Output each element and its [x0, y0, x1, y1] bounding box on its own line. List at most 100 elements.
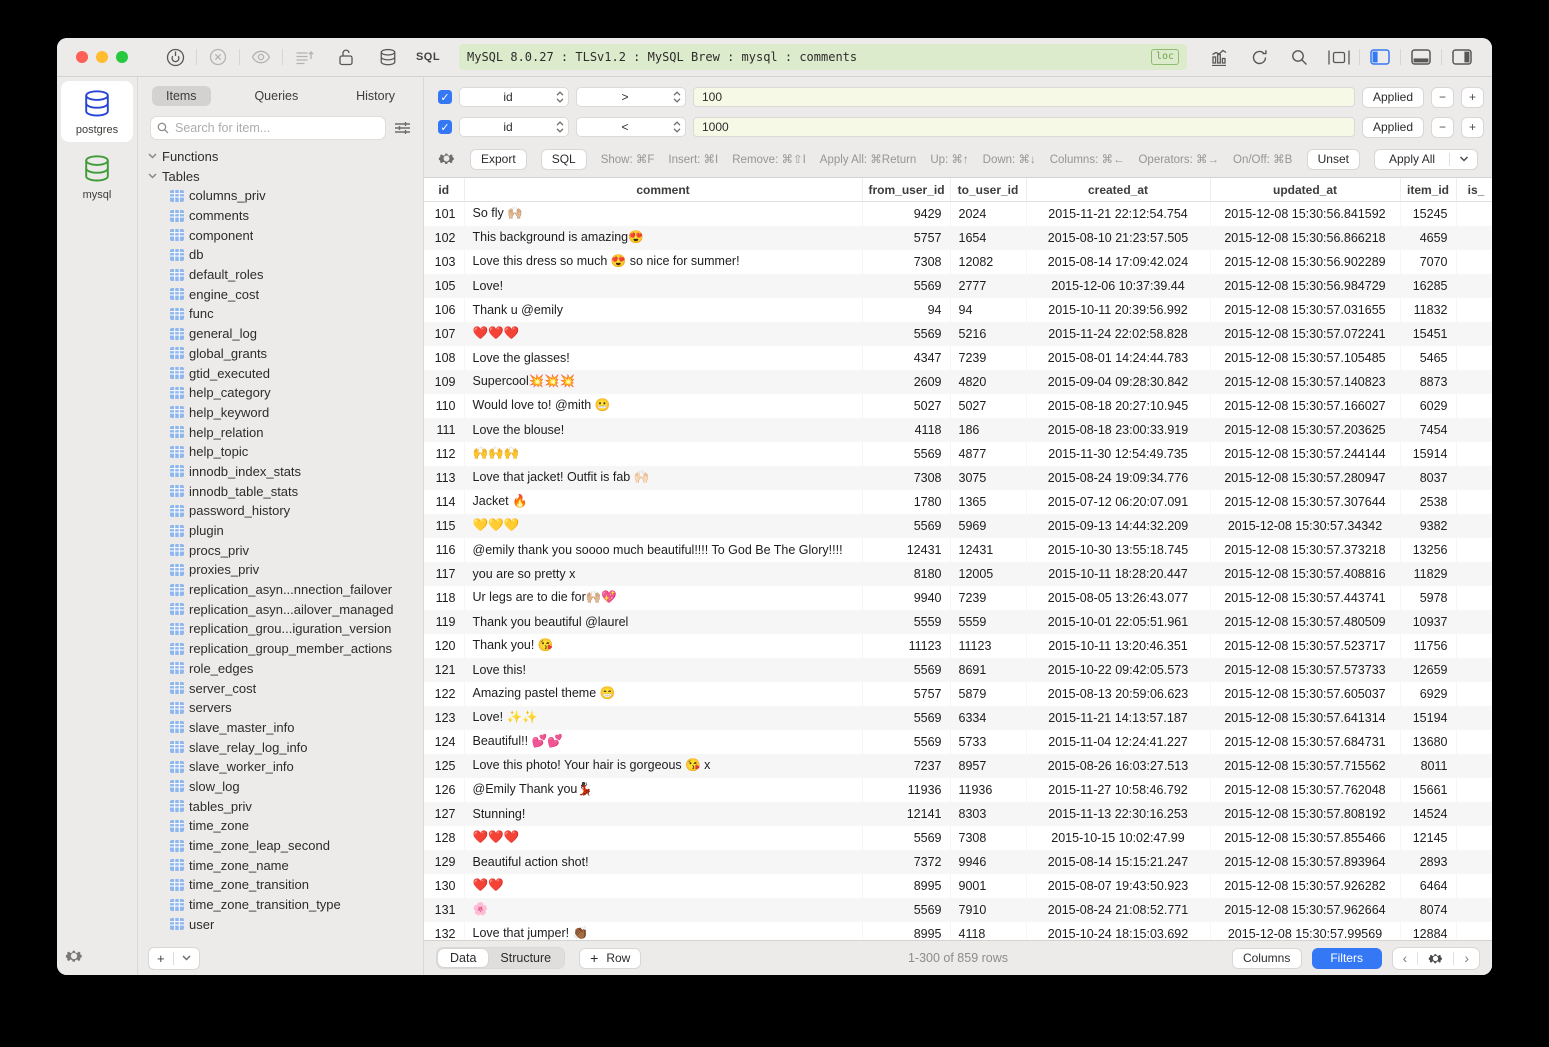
cell-id[interactable]: 109 — [424, 370, 464, 394]
settings-gear-icon[interactable] — [65, 947, 85, 967]
cell-is_[interactable] — [1456, 682, 1492, 706]
search-input[interactable] — [173, 120, 379, 136]
cell-is_[interactable] — [1456, 706, 1492, 730]
table-row[interactable]: 124Beautiful!! 💕💕556957332015-11-04 12:2… — [424, 730, 1492, 754]
table-row[interactable]: 106Thank u @emily94942015-10-11 20:39:56… — [424, 298, 1492, 322]
cell-id[interactable]: 127 — [424, 802, 464, 826]
cell-comment[interactable]: @emily thank you soooo much beautiful!!!… — [464, 538, 862, 562]
cell-from_user_id[interactable]: 12141 — [862, 802, 950, 826]
sidebar-table-item[interactable]: replication_asyn...ailover_managed — [138, 599, 423, 619]
cell-item_id[interactable]: 12884 — [1400, 922, 1456, 941]
cell-created_at[interactable]: 2015-11-21 14:13:57.187 — [1026, 706, 1210, 730]
cell-updated_at[interactable]: 2015-12-08 15:30:56.984729 — [1210, 274, 1400, 298]
sidebar-table-item[interactable]: time_zone — [138, 816, 423, 836]
sidebar-table-item[interactable]: slave_master_info — [138, 718, 423, 738]
cell-item_id[interactable]: 15194 — [1400, 706, 1456, 730]
sql-button[interactable]: SQL — [541, 149, 587, 170]
cell-is_[interactable] — [1456, 754, 1492, 778]
cell-comment[interactable]: Thank you beautiful @laurel — [464, 610, 862, 634]
cell-comment[interactable]: Love this dress so much 😍 so nice for su… — [464, 250, 862, 274]
sidebar-table-item[interactable]: replication_group_member_actions — [138, 639, 423, 659]
cell-comment[interactable]: Love this photo! Your hair is gorgeous 😘… — [464, 754, 862, 778]
sidebar-table-item[interactable]: columns_priv — [138, 186, 423, 206]
cell-from_user_id[interactable]: 5569 — [862, 706, 950, 730]
column-header-updated_at[interactable]: updated_at — [1210, 178, 1400, 202]
cell-created_at[interactable]: 2015-08-26 16:03:27.513 — [1026, 754, 1210, 778]
cell-is_[interactable] — [1456, 802, 1492, 826]
table-row[interactable]: 129Beautiful action shot!737299462015-08… — [424, 850, 1492, 874]
table-row[interactable]: 107❤️❤️❤️556952162015-11-24 22:02:58.828… — [424, 322, 1492, 346]
cell-item_id[interactable]: 15661 — [1400, 778, 1456, 802]
layout-columns-icon[interactable] — [1319, 45, 1359, 69]
cell-to_user_id[interactable]: 5027 — [950, 394, 1026, 418]
cell-created_at[interactable]: 2015-10-01 22:05:51.961 — [1026, 610, 1210, 634]
cell-created_at[interactable]: 2015-10-24 18:15:03.692 — [1026, 922, 1210, 941]
cell-id[interactable]: 119 — [424, 610, 464, 634]
cell-created_at[interactable]: 2015-08-13 20:59:06.623 — [1026, 682, 1210, 706]
cell-from_user_id[interactable]: 5569 — [862, 730, 950, 754]
cell-comment[interactable]: So fly 🙌🏼 — [464, 202, 862, 226]
cell-updated_at[interactable]: 2015-12-08 15:30:57.641314 — [1210, 706, 1400, 730]
filter-sliders-icon[interactable] — [394, 121, 411, 135]
cell-updated_at[interactable]: 2015-12-08 15:30:56.866218 — [1210, 226, 1400, 250]
cell-comment[interactable]: Ur legs are to die for🙌🏼💖 — [464, 586, 862, 610]
table-row[interactable]: 121Love this!556986912015-10-22 09:42:05… — [424, 658, 1492, 682]
cell-item_id[interactable]: 8873 — [1400, 370, 1456, 394]
connection-postgres[interactable]: postgres — [61, 81, 133, 142]
table-row[interactable]: 119Thank you beautiful @laurel5559555920… — [424, 610, 1492, 634]
remove-filter-button[interactable]: − — [1431, 87, 1454, 108]
sidebar-table-item[interactable]: tables_priv — [138, 796, 423, 816]
cell-created_at[interactable]: 2015-11-24 22:02:58.828 — [1026, 322, 1210, 346]
cell-from_user_id[interactable]: 5569 — [862, 658, 950, 682]
cell-updated_at[interactable]: 2015-12-08 15:30:57.715562 — [1210, 754, 1400, 778]
cell-created_at[interactable]: 2015-10-11 18:28:20.447 — [1026, 562, 1210, 586]
cell-created_at[interactable]: 2015-08-07 19:43:50.923 — [1026, 874, 1210, 898]
cell-id[interactable]: 120 — [424, 634, 464, 658]
cell-comment[interactable]: ❤️❤️❤️ — [464, 826, 862, 850]
cell-updated_at[interactable]: 2015-12-08 15:30:56.841592 — [1210, 202, 1400, 226]
cell-id[interactable]: 129 — [424, 850, 464, 874]
cell-created_at[interactable]: 2015-11-21 22:12:54.754 — [1026, 202, 1210, 226]
filter-column-select[interactable]: id — [459, 87, 569, 107]
cell-comment[interactable]: Love the blouse! — [464, 418, 862, 442]
cell-updated_at[interactable]: 2015-12-08 15:30:57.962664 — [1210, 898, 1400, 922]
cell-to_user_id[interactable]: 186 — [950, 418, 1026, 442]
column-header-is_[interactable]: is_ — [1456, 178, 1492, 202]
cell-updated_at[interactable]: 2015-12-08 15:30:57.893964 — [1210, 850, 1400, 874]
column-header-created_at[interactable]: created_at — [1026, 178, 1210, 202]
sidebar-table-item[interactable]: password_history — [138, 501, 423, 521]
cell-created_at[interactable]: 2015-08-18 20:27:10.945 — [1026, 394, 1210, 418]
filter-value-input[interactable] — [693, 117, 1355, 137]
table-row[interactable]: 113Love that jacket! Outfit is fab 🙌🏻730… — [424, 466, 1492, 490]
sidebar-table-item[interactable]: engine_cost — [138, 284, 423, 304]
cell-to_user_id[interactable]: 6334 — [950, 706, 1026, 730]
cell-id[interactable]: 113 — [424, 466, 464, 490]
sidebar-table-item[interactable]: component — [138, 225, 423, 245]
cell-from_user_id[interactable]: 12431 — [862, 538, 950, 562]
cell-comment[interactable]: Thank you! 😘 — [464, 634, 862, 658]
cell-id[interactable]: 126 — [424, 778, 464, 802]
previous-page-button[interactable]: ‹ — [1393, 950, 1418, 966]
sidebar-table-item[interactable]: time_zone_leap_second — [138, 836, 423, 856]
cell-item_id[interactable]: 2893 — [1400, 850, 1456, 874]
cell-created_at[interactable]: 2015-08-14 15:15:21.247 — [1026, 850, 1210, 874]
cell-is_[interactable] — [1456, 298, 1492, 322]
cell-id[interactable]: 116 — [424, 538, 464, 562]
apply-all-button[interactable]: Apply All — [1374, 149, 1478, 170]
cell-comment[interactable]: you are so pretty x — [464, 562, 862, 586]
cell-updated_at[interactable]: 2015-12-08 15:30:57.244144 — [1210, 442, 1400, 466]
cell-id[interactable]: 105 — [424, 274, 464, 298]
cell-item_id[interactable]: 6464 — [1400, 874, 1456, 898]
sidebar-table-item[interactable]: plugin — [138, 521, 423, 541]
filter-enabled-checkbox[interactable]: ✓ — [438, 120, 452, 134]
cell-item_id[interactable]: 9382 — [1400, 514, 1456, 538]
cell-comment[interactable]: 💛💛💛 — [464, 514, 862, 538]
filter-value-input[interactable] — [693, 87, 1355, 107]
cell-comment[interactable]: This background is amazing😍 — [464, 226, 862, 250]
cell-to_user_id[interactable]: 9001 — [950, 874, 1026, 898]
cell-from_user_id[interactable]: 1780 — [862, 490, 950, 514]
cell-item_id[interactable]: 15245 — [1400, 202, 1456, 226]
sidebar-table-item[interactable]: help_topic — [138, 442, 423, 462]
cell-updated_at[interactable]: 2015-12-08 15:30:57.031655 — [1210, 298, 1400, 322]
table-row[interactable]: 118Ur legs are to die for🙌🏼💖994072392015… — [424, 586, 1492, 610]
